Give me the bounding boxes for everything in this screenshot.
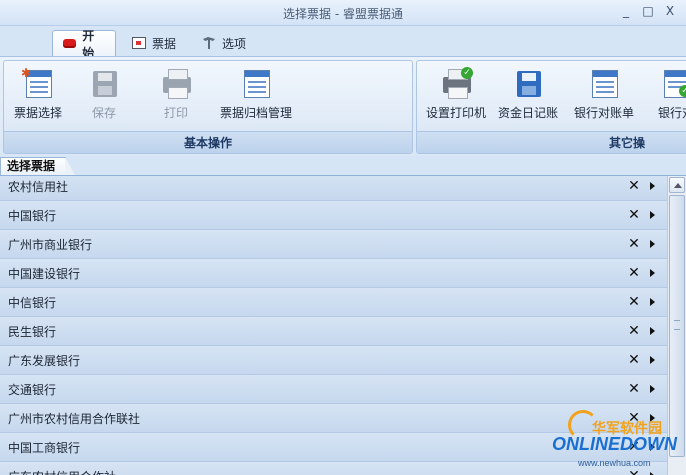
panel-tab-select-ticket[interactable]: 选择票据 [0, 157, 76, 175]
archive-icon [239, 67, 273, 101]
chevron-right-icon[interactable] [650, 385, 655, 393]
chevron-right-icon[interactable] [650, 298, 655, 306]
cash-journal-icon [511, 67, 545, 101]
group-basic-label: 基本操作 [4, 131, 412, 153]
list-item-label: 广州市商业银行 [8, 237, 93, 252]
close-icon[interactable]: ✕ [628, 324, 640, 338]
watermark-logo: ONLINEDOWN [552, 434, 677, 454]
list-item-label: 交通银行 [8, 382, 57, 397]
cash-journal-button[interactable]: 资金日记账 [497, 67, 559, 121]
save-label: 保存 [91, 106, 116, 120]
bank-statement-icon [587, 67, 621, 101]
list-item-label: 中国工商银行 [8, 440, 81, 455]
close-icon[interactable]: ✕ [628, 237, 640, 251]
watermark-url: www.newhua.com [578, 458, 651, 468]
tab-options-label: 选项 [222, 36, 247, 51]
list-item-label: 中信银行 [8, 295, 57, 310]
list-item-label: 农村信用社 [8, 179, 69, 194]
list-item-label: 广州市农村信用合作联社 [8, 411, 141, 426]
group-other-label: 其它操 [417, 131, 686, 153]
list-item-label: 广东发展银行 [8, 353, 81, 368]
options-icon [202, 36, 216, 50]
list-item[interactable]: 中国银行 ✕ [0, 201, 667, 230]
print-button[interactable]: 打印 [156, 67, 196, 121]
bank-reconcile-button[interactable]: ✓ 银行对 [651, 67, 686, 121]
bank-reconcile-icon: ✓ [659, 67, 686, 101]
ticket-select-label: 票据选择 [13, 106, 62, 120]
list-item[interactable]: 农村信用社 ✕ [0, 176, 667, 201]
list-item-label: 中国银行 [8, 208, 57, 223]
ribbon: ✱ 票据选择 保存 打印 票据归档管理 基本操作 ✓ 设置打印机 资金日记账 银… [0, 56, 686, 156]
printer-setup-icon: ✓ [439, 67, 473, 101]
bank-statement-label: 银行对账单 [573, 106, 634, 120]
save-icon [87, 67, 121, 101]
bank-statement-button[interactable]: 银行对账单 [573, 67, 635, 121]
close-icon[interactable]: ✕ [628, 179, 640, 193]
list-item-label: 中国建设银行 [8, 266, 81, 281]
ribbon-tabs: 开始 票据 选项 [0, 26, 686, 60]
cash-journal-label: 资金日记账 [497, 106, 558, 120]
archive-label: 票据归档管理 [219, 106, 292, 120]
list-item[interactable]: 民生银行 ✕ [0, 317, 667, 346]
print-label: 打印 [163, 106, 188, 120]
group-basic: ✱ 票据选择 保存 打印 票据归档管理 基本操作 [3, 60, 413, 154]
tab-start[interactable]: 开始 [52, 29, 116, 60]
ticket-select-button[interactable]: ✱ 票据选择 [12, 67, 64, 121]
close-icon[interactable]: ✕ [628, 382, 640, 396]
ticket-select-icon: ✱ [21, 67, 55, 101]
chevron-right-icon[interactable] [650, 240, 655, 248]
chevron-right-icon[interactable] [650, 211, 655, 219]
close-icon[interactable]: ✕ [628, 208, 640, 222]
list-item[interactable]: 广东发展银行 ✕ [0, 346, 667, 375]
printer-setup-button[interactable]: ✓ 设置打印机 [425, 67, 487, 121]
ticket-icon [132, 37, 146, 49]
chevron-right-icon[interactable] [650, 269, 655, 277]
list-item[interactable]: 中国建设银行 ✕ [0, 259, 667, 288]
list-item[interactable]: 广州市商业银行 ✕ [0, 230, 667, 259]
window-title: 选择票据 - 睿盟票据通 [283, 7, 403, 21]
close-button[interactable]: X [662, 3, 678, 19]
archive-button[interactable]: 票据归档管理 [216, 67, 296, 121]
close-icon[interactable]: ✕ [628, 353, 640, 367]
title-bar: 选择票据 - 睿盟票据通 _ □ X [0, 0, 686, 26]
onlinedown-watermark: 华军软件园 ONLINEDOWN www.newhua.com [548, 410, 686, 475]
list-item-label: 民生银行 [8, 324, 57, 339]
tab-ticket-label: 票据 [152, 36, 177, 51]
list-item-label: 广东农村信用合作社 [8, 468, 116, 475]
tab-options[interactable]: 选项 [192, 30, 256, 56]
maximize-button[interactable]: □ [640, 3, 656, 19]
tab-ticket[interactable]: 票据 [122, 30, 186, 56]
close-icon[interactable]: ✕ [628, 295, 640, 309]
list-item[interactable]: 中信银行 ✕ [0, 288, 667, 317]
save-button[interactable]: 保存 [84, 67, 124, 121]
group-other: ✓ 设置打印机 资金日记账 银行对账单 ✓ 银行对 其它操 [416, 60, 686, 154]
chevron-right-icon[interactable] [650, 327, 655, 335]
scroll-up-button[interactable] [669, 177, 685, 193]
chevron-right-icon[interactable] [650, 182, 655, 190]
window-controls: _ □ X [618, 3, 678, 19]
chevron-right-icon[interactable] [650, 356, 655, 364]
list-item[interactable]: 交通银行 ✕ [0, 375, 667, 404]
minimize-button[interactable]: _ [618, 3, 634, 19]
start-icon [63, 39, 77, 48]
close-icon[interactable]: ✕ [628, 266, 640, 280]
bank-reconcile-label: 银行对 [657, 106, 686, 120]
printer-setup-label: 设置打印机 [425, 106, 486, 120]
print-icon [159, 67, 193, 101]
